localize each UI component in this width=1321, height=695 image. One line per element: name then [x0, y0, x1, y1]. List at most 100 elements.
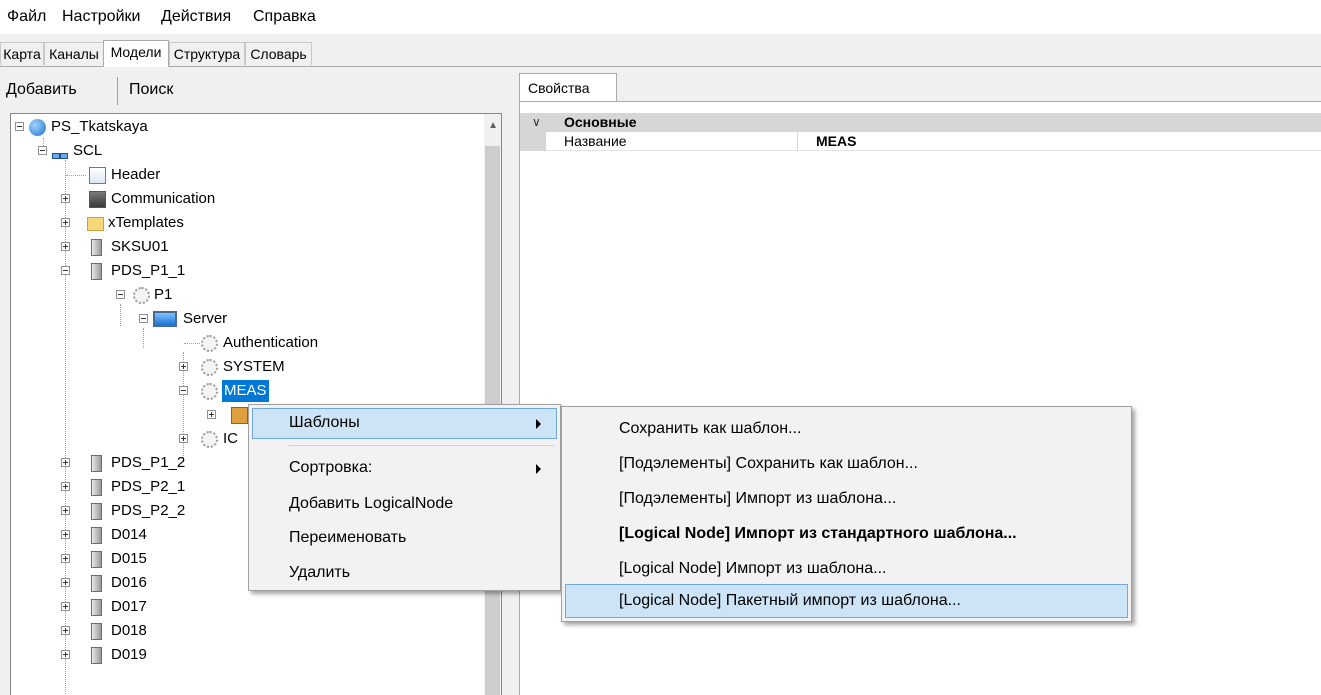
- submenu-item-ln-import-standard[interactable]: [Logical Node] Импорт из стандартного ша…: [619, 519, 1017, 549]
- tree-node-communication[interactable]: Communication: [11, 188, 471, 210]
- tree-node-label: Header: [111, 166, 161, 183]
- logical-device-icon: [201, 431, 218, 448]
- toolbar-separator: [117, 77, 118, 105]
- tree-node-authentication[interactable]: Authentication: [11, 332, 471, 354]
- tree-node-system[interactable]: SYSTEM: [11, 356, 471, 378]
- tree-node-pds-p1-1[interactable]: PDS_P1_1: [11, 260, 471, 282]
- menu-help[interactable]: Справка: [253, 8, 316, 26]
- tab-map[interactable]: Карта: [0, 42, 44, 65]
- tree-node-label: MEAS: [222, 380, 269, 402]
- expand-icon[interactable]: [61, 458, 70, 467]
- tree-node-label: SYSTEM: [223, 358, 285, 375]
- tree-node-label: PDS_P1_1: [111, 262, 186, 279]
- server-icon: [91, 455, 102, 472]
- tree-node-root[interactable]: PS_Tkatskaya: [11, 116, 471, 138]
- templates-submenu: Сохранить как шаблон... [Подэлементы] Со…: [561, 406, 1132, 622]
- tree-node-label: xTemplates: [108, 214, 184, 231]
- tree-node-xtemplates[interactable]: xTemplates: [11, 212, 471, 234]
- submenu-item-ln-batch-import[interactable]: [Logical Node] Пакетный импорт из шаблон…: [619, 586, 961, 616]
- add-button[interactable]: Добавить: [6, 81, 77, 99]
- server-icon: [91, 503, 102, 520]
- tree-node-server[interactable]: Server: [11, 308, 471, 330]
- expand-icon[interactable]: [61, 242, 70, 251]
- submenu-item-save-as-template[interactable]: Сохранить как шаблон...: [619, 414, 801, 444]
- panel-splitter[interactable]: [505, 67, 511, 695]
- logical-device-icon: [201, 359, 218, 376]
- collapse-icon[interactable]: [38, 146, 47, 155]
- server-icon: [91, 575, 102, 592]
- tree-node-label: SKSU01: [111, 238, 169, 255]
- globe-icon: [29, 119, 46, 136]
- server-icon: [91, 551, 102, 568]
- tree-node-label: D018: [111, 622, 147, 639]
- tree-node-label: Server: [183, 310, 228, 327]
- tree-node-d018[interactable]: D018: [11, 620, 471, 642]
- tree-node-d019[interactable]: D019: [11, 644, 471, 666]
- submenu-item-ln-import[interactable]: [Logical Node] Импорт из шаблона...: [619, 554, 887, 584]
- property-row[interactable]: Название MEAS: [520, 132, 1321, 151]
- submenu-arrow-icon: [536, 464, 541, 474]
- menu-actions[interactable]: Действия: [161, 8, 231, 26]
- menu-item-sort[interactable]: Сортровка:: [289, 453, 372, 483]
- collapse-icon[interactable]: [139, 314, 148, 323]
- tab-structure[interactable]: Структура: [169, 42, 245, 65]
- tree-node-label: Communication: [111, 190, 216, 207]
- expand-icon[interactable]: [207, 410, 216, 419]
- collapse-icon[interactable]: [179, 386, 188, 395]
- tree-node-header[interactable]: Header: [11, 164, 471, 186]
- category-title: Основные: [564, 114, 637, 130]
- submenu-arrow-icon: [536, 419, 541, 429]
- tab-dictionary[interactable]: Словарь: [245, 42, 312, 65]
- scroll-up-arrow-icon[interactable]: ▲: [488, 120, 498, 131]
- expand-icon[interactable]: [61, 626, 70, 635]
- tree-node-d017[interactable]: D017: [11, 596, 471, 618]
- tree-node-scl[interactable]: SCL: [11, 140, 471, 162]
- menu-item-delete[interactable]: Удалить: [289, 558, 350, 588]
- submenu-item-subelements-save[interactable]: [Подэлементы] Сохранить как шаблон...: [619, 449, 918, 479]
- expand-icon[interactable]: [61, 482, 70, 491]
- expand-icon[interactable]: [61, 578, 70, 587]
- tree-node-label: D016: [111, 574, 147, 591]
- expand-icon[interactable]: [61, 506, 70, 515]
- collapse-icon[interactable]: [15, 122, 24, 131]
- menu-settings[interactable]: Настройки: [62, 8, 140, 26]
- tree-node-meas[interactable]: MEAS: [11, 380, 471, 402]
- tree-node-sksu01[interactable]: SKSU01: [11, 236, 471, 258]
- server-icon: [91, 239, 102, 256]
- expand-icon[interactable]: [61, 650, 70, 659]
- category-row[interactable]: ∨ Основные: [520, 113, 1321, 132]
- tab-models[interactable]: Модели: [103, 40, 169, 67]
- collapse-icon[interactable]: [61, 266, 70, 275]
- row-gutter: [520, 132, 546, 151]
- tree-node-label: PDS_P2_2: [111, 502, 186, 519]
- expand-icon[interactable]: [179, 362, 188, 371]
- expand-icon[interactable]: [61, 194, 70, 203]
- row-divider: [546, 150, 1321, 151]
- tree-node-label: D014: [111, 526, 147, 543]
- submenu-item-subelements-import[interactable]: [Подэлементы] Импорт из шаблона...: [619, 484, 896, 514]
- expand-icon[interactable]: [61, 530, 70, 539]
- expand-icon[interactable]: [61, 554, 70, 563]
- tab-properties[interactable]: Свойства: [519, 73, 617, 102]
- expand-icon[interactable]: [61, 218, 70, 227]
- tree-toolbar: Добавить Поиск: [0, 67, 505, 113]
- expand-icon[interactable]: [61, 602, 70, 611]
- tree-node-label: PDS_P2_1: [111, 478, 186, 495]
- expand-icon[interactable]: [179, 434, 188, 443]
- search-button[interactable]: Поиск: [129, 81, 173, 99]
- tree-node-p1[interactable]: P1: [11, 284, 471, 306]
- tree-node-label: D017: [111, 598, 147, 615]
- property-value[interactable]: MEAS: [816, 132, 856, 151]
- tab-channels[interactable]: Каналы: [44, 42, 104, 65]
- server-icon: [91, 623, 102, 640]
- collapse-icon[interactable]: [116, 290, 125, 299]
- menu-item-templates[interactable]: Шаблоны: [289, 408, 360, 438]
- menu-item-rename[interactable]: Переименовать: [289, 523, 406, 553]
- tree-guide: [184, 343, 200, 345]
- logical-device-icon: [133, 287, 150, 304]
- menu-item-add-logicalnode[interactable]: Добавить LogicalNode: [289, 489, 453, 519]
- folder-icon: [87, 217, 104, 231]
- menu-file[interactable]: Файл: [7, 8, 46, 26]
- tree-node-label: D019: [111, 646, 147, 663]
- chevron-down-icon[interactable]: ∨: [532, 113, 541, 132]
